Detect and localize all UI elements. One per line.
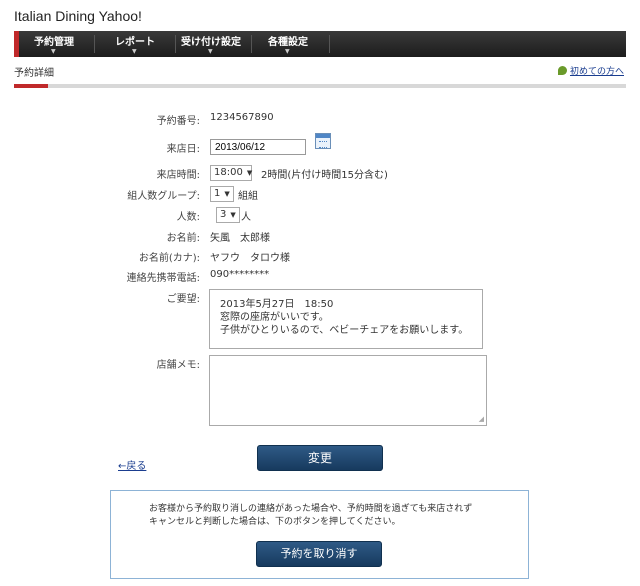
- visit-time-label: 来店時間:: [156, 170, 200, 181]
- name-kana-label: お名前(カナ):: [138, 253, 200, 264]
- visit-date-input[interactable]: [210, 139, 306, 155]
- caret-down-icon: ▼: [132, 48, 137, 55]
- chevron-down-icon: ▼: [230, 211, 236, 219]
- phone-value: 090********: [210, 269, 270, 280]
- nav-item-settings[interactable]: 各種設定 ▼: [257, 31, 319, 57]
- name-value: 矢風 太郎様: [210, 233, 270, 244]
- caret-down-icon: ▼: [208, 48, 213, 55]
- help-link-label: 初めての方へ: [569, 67, 624, 77]
- nav-item-reservations[interactable]: 予約管理 ▼: [23, 31, 85, 57]
- phone-label: 連絡先携帯電話:: [126, 273, 200, 284]
- name-kana-value: ヤフウ タロウ様: [210, 253, 290, 264]
- cancel-notice: お客様から予約取り消しの連絡があった場合や、予約時間を過ぎても来店されず キャン…: [110, 490, 529, 579]
- reservation-number-label: 予約番号:: [156, 116, 200, 127]
- request-field[interactable]: 2013年5月27日 18:50 窓際の座席がいいです。 子供がひとりいるので、…: [209, 289, 483, 349]
- store-memo-field[interactable]: ◢: [209, 355, 487, 426]
- nav-divider: [94, 35, 95, 53]
- change-button[interactable]: 変更: [257, 445, 383, 471]
- visit-time-value: 18:00: [214, 167, 243, 178]
- app-title: Italian Dining Yahoo!: [14, 8, 142, 24]
- cancel-reservation-button[interactable]: 予約を取り消す: [256, 541, 382, 567]
- nav-item-label: レポート: [115, 37, 155, 48]
- group-count-label: 組人数グループ:: [127, 191, 200, 202]
- nav-item-acceptance-settings[interactable]: 受け付け設定 ▼: [177, 31, 245, 57]
- page-title: 予約詳細: [14, 68, 54, 79]
- main-nav: 予約管理 ▼ レポート ▼ 受け付け設定 ▼ 各種設定 ▼: [14, 31, 626, 57]
- party-size-label: 人数:: [176, 212, 200, 223]
- caret-down-icon: ▼: [51, 48, 56, 55]
- divider-accent: [14, 84, 48, 88]
- request-label: ご要望:: [166, 294, 200, 305]
- name-label: お名前:: [166, 233, 200, 244]
- nav-divider: [251, 35, 252, 53]
- visit-date-label: 来店日:: [166, 144, 200, 155]
- nav-divider: [175, 35, 176, 53]
- chevron-down-icon: ▼: [224, 190, 230, 198]
- visit-time-note: 2時間(片付け時間15分含む): [261, 170, 388, 181]
- back-link[interactable]: ←戻る: [118, 457, 146, 472]
- help-link[interactable]: 初めての方へ: [557, 64, 624, 77]
- nav-item-label: 各種設定: [268, 37, 308, 48]
- nav-item-label: 予約管理: [34, 37, 74, 48]
- resize-grip-icon[interactable]: ◢: [479, 416, 484, 423]
- party-size-suffix: 人: [241, 212, 251, 223]
- visit-time-select[interactable]: 18:00 ▼: [210, 165, 252, 181]
- group-count-suffix: 組組: [238, 191, 258, 202]
- nav-item-reports[interactable]: レポート ▼: [99, 31, 171, 57]
- store-memo-label: 店舗メモ:: [156, 360, 200, 371]
- divider: [14, 84, 626, 88]
- caret-down-icon: ▼: [285, 48, 290, 55]
- subheader: 予約詳細 初めての方へ: [14, 60, 626, 84]
- reservation-number-value: 1234567890: [210, 112, 274, 123]
- leaf-icon: [557, 66, 567, 75]
- notice-text: お客様から予約取り消しの連絡があった場合や、予約時間を過ぎても来店されず キャン…: [149, 504, 473, 527]
- party-size-select[interactable]: 3 ▼: [216, 207, 240, 223]
- party-size-value: 3: [220, 209, 227, 220]
- nav-item-label: 受け付け設定: [181, 37, 241, 48]
- group-count-value: 1: [214, 188, 221, 199]
- calendar-icon[interactable]: [315, 133, 331, 149]
- group-count-select[interactable]: 1 ▼: [210, 186, 234, 202]
- nav-divider: [329, 35, 330, 53]
- chevron-down-icon: ▼: [246, 169, 253, 177]
